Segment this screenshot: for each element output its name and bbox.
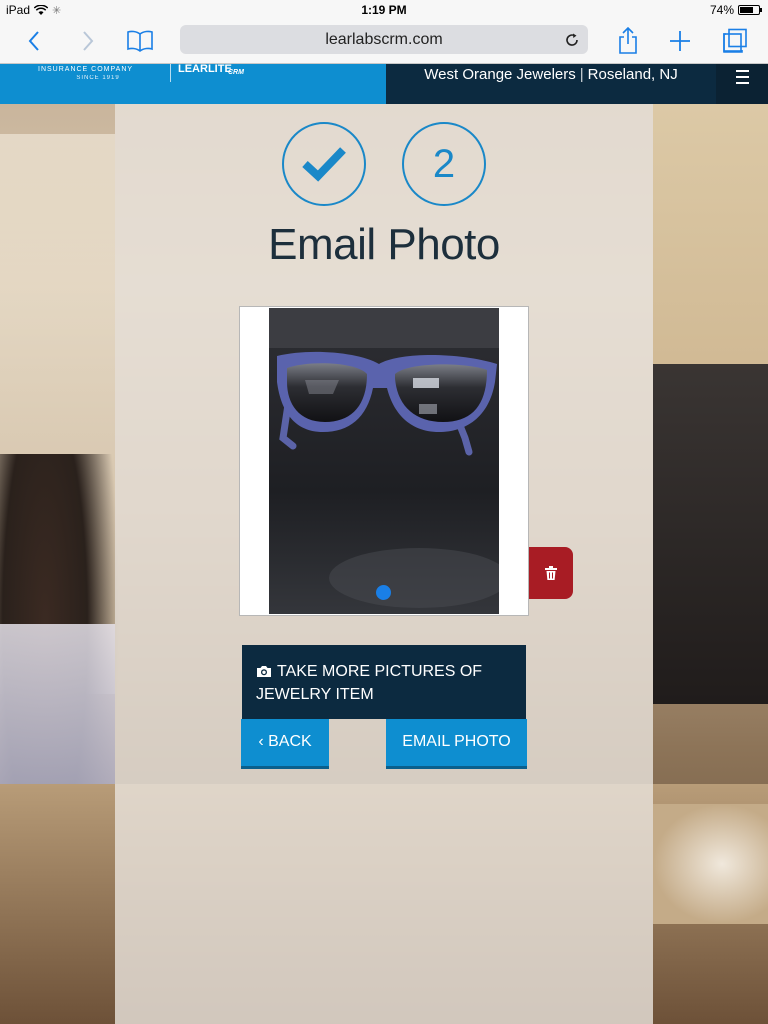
photo-card	[239, 306, 529, 616]
brand-name: LEARLITE	[178, 63, 232, 75]
email-photo-label: EMAIL PHOTO	[402, 733, 511, 750]
store-location: Roseland, NJ	[587, 66, 678, 83]
jewelry-photo[interactable]	[269, 308, 499, 614]
step-1-complete	[282, 122, 366, 206]
address-bar[interactable]: learlabscrm.com	[180, 25, 588, 54]
page-title: Email Photo	[268, 220, 500, 269]
reload-button[interactable]	[562, 25, 582, 54]
url-text: learlabscrm.com	[325, 31, 443, 48]
status-time: 1:19 PM	[361, 3, 407, 17]
browser-toolbar: learlabscrm.com	[0, 20, 768, 64]
store-name: West Orange Jewelers	[424, 66, 576, 83]
new-tab-button[interactable]	[664, 26, 696, 56]
reload-icon	[566, 33, 578, 46]
chevron-left-icon	[28, 31, 39, 51]
sunglasses-image	[269, 308, 499, 614]
back-button[interactable]: ‹ BACK	[241, 719, 329, 769]
carousel-dot-active[interactable]	[376, 585, 391, 600]
brand-suffix: CRM	[228, 69, 244, 76]
status-bar: iPad ✳ 1:19 PM 74%	[0, 0, 768, 20]
back-nav-button[interactable]	[18, 26, 50, 56]
battery-percent: 74%	[709, 3, 734, 17]
delete-photo-button[interactable]	[529, 547, 573, 599]
share-icon	[619, 27, 637, 54]
checkmark-icon	[302, 147, 346, 182]
status-right: 74%	[709, 3, 762, 17]
book-icon	[127, 30, 153, 52]
brand-tagline: INSURANCE COMPANY	[38, 66, 134, 73]
take-more-pictures-button[interactable]: TAKE MORE PICTURES OF JEWELRY ITEM	[242, 645, 526, 719]
chevron-left-icon: ‹	[258, 733, 264, 750]
menu-button[interactable]	[716, 64, 768, 104]
share-button[interactable]	[612, 26, 644, 56]
tabs-button[interactable]	[719, 26, 751, 56]
back-label: BACK	[268, 733, 312, 750]
brand-logo[interactable]: INSURANCE COMPANY SINCE 1919 LEARLITE CR…	[0, 63, 386, 104]
bookmarks-button[interactable]	[124, 26, 156, 56]
store-info: West Orange Jewelers | Roseland, NJ	[386, 64, 716, 104]
plus-icon	[670, 31, 690, 51]
hamburger-icon	[735, 69, 749, 85]
take-more-label: TAKE MORE PICTURES OF JEWELRY ITEM	[256, 663, 483, 703]
forward-nav-button[interactable]	[72, 26, 104, 56]
brand-since: SINCE 1919	[76, 75, 120, 81]
site-header: INSURANCE COMPANY SINCE 1919 LEARLITE CR…	[0, 63, 768, 104]
tabs-icon	[723, 28, 747, 53]
trash-icon	[545, 566, 557, 580]
step-2-current: 2	[402, 122, 486, 206]
camera-icon	[256, 663, 272, 684]
battery-icon	[738, 5, 762, 15]
email-photo-button[interactable]: EMAIL PHOTO	[386, 719, 527, 769]
chevron-right-icon	[83, 31, 94, 51]
